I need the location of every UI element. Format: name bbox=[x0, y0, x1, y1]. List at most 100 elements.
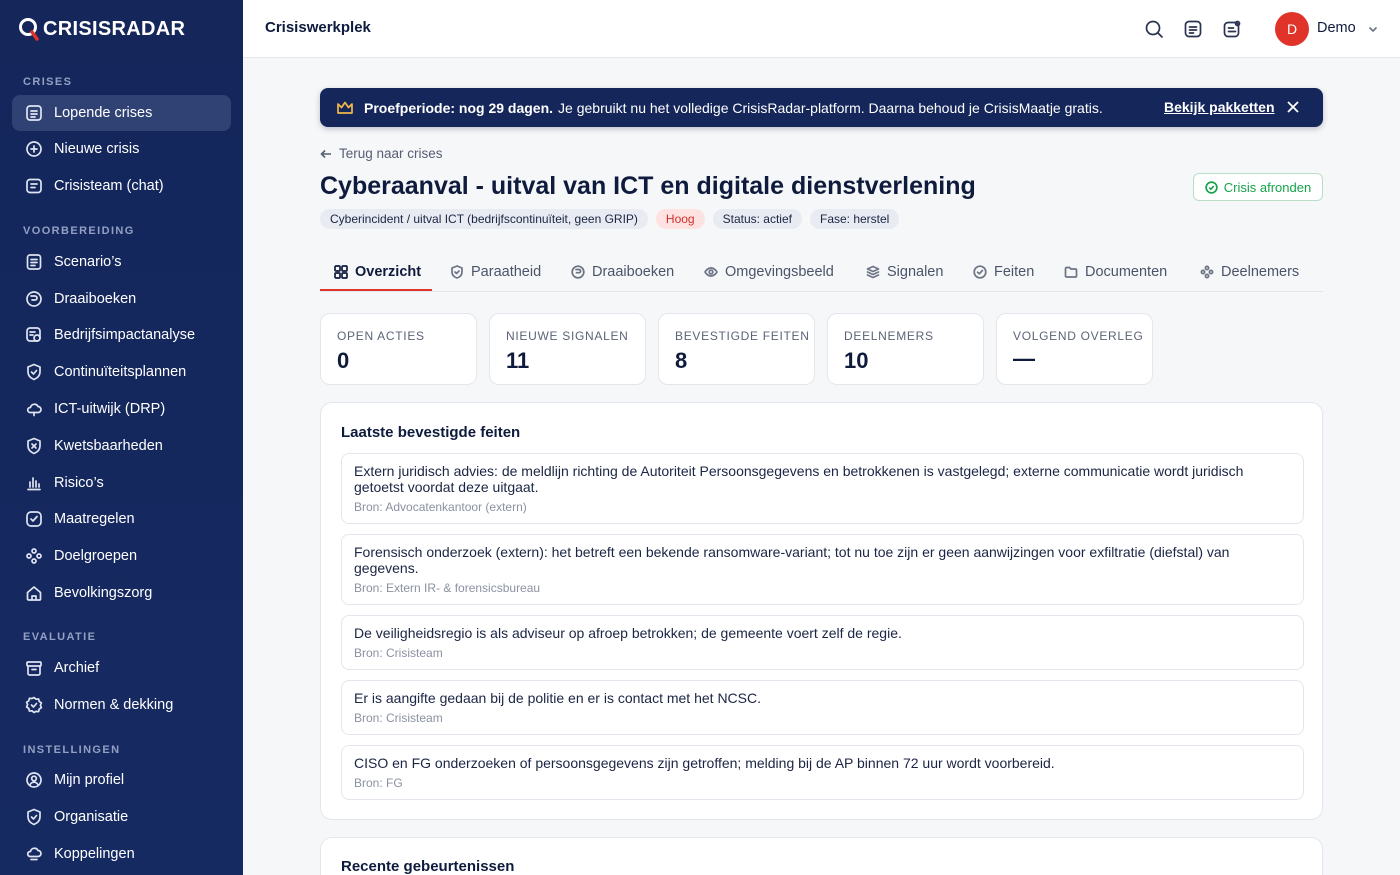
trial-days-text: Proefperiode: nog 29 dagen. bbox=[364, 99, 554, 116]
fact-source: Bron: FG bbox=[354, 776, 403, 790]
logo-text: CRISISRADAR bbox=[43, 17, 186, 40]
sidebar-item-normen-dekking[interactable]: Normen & dekking bbox=[12, 687, 231, 723]
recent-events-panel: Recente gebeurtenissen bbox=[320, 837, 1323, 875]
sidebar-item-lopende-crises[interactable]: Lopende crises bbox=[12, 95, 231, 131]
sidebar-item-maatregelen[interactable]: Maatregelen bbox=[12, 501, 231, 537]
sidebar-item-nieuwe-crisis[interactable]: Nieuwe crisis bbox=[12, 131, 231, 167]
fact-source: Bron: Crisisteam bbox=[354, 646, 443, 660]
stat-card-volgend-overleg[interactable]: VOLGEND OVERLEG — bbox=[996, 313, 1153, 385]
tab-omgevingsbeeld[interactable]: Omgevingsbeeld bbox=[704, 252, 834, 291]
chevron-down-icon[interactable] bbox=[1367, 22, 1379, 34]
workspace-title: Crisiswerkplek bbox=[265, 19, 371, 36]
sidebar-item-draaiboeken[interactable]: Draaiboeken bbox=[12, 281, 231, 317]
document-icon bbox=[25, 253, 43, 271]
status-badge: Status: actief bbox=[712, 209, 802, 229]
fact-item[interactable]: De veiligheidsregio is als adviseur op a… bbox=[341, 615, 1304, 670]
back-link-label: Terug naar crises bbox=[339, 146, 443, 161]
archive-icon bbox=[25, 659, 43, 677]
trial-description: Je gebruikt nu het volledige CrisisRadar… bbox=[558, 99, 1103, 116]
user-name[interactable]: Demo bbox=[1317, 20, 1356, 36]
crown-icon bbox=[336, 99, 354, 117]
sidebar-item-bevolkingszorg[interactable]: Bevolkingszorg bbox=[12, 575, 231, 611]
sidebar-item-doelgroepen[interactable]: Doelgroepen bbox=[12, 538, 231, 574]
search-icon[interactable] bbox=[1143, 18, 1165, 40]
stat-card-open-acties[interactable]: OPEN ACTIES 0 bbox=[320, 313, 477, 385]
stat-label: DEELNEMERS bbox=[844, 329, 934, 343]
sidebar-item-continuiteitsplannen[interactable]: Continuïteitsplannen bbox=[12, 354, 231, 390]
radar-logo-icon bbox=[18, 16, 40, 42]
sidebar-item-crisisteam-chat[interactable]: Crisisteam (chat) bbox=[12, 168, 231, 204]
sidebar-item-ict-uitwijk[interactable]: ICT-uitwijk (DRP) bbox=[12, 391, 231, 427]
tab-label: Draaiboeken bbox=[592, 263, 675, 280]
events-title: Recente gebeurtenissen bbox=[341, 858, 515, 875]
tab-feiten[interactable]: Feiten bbox=[973, 252, 1034, 291]
sidebar-item-organisatie[interactable]: Organisatie bbox=[12, 799, 231, 835]
stat-card-bevestigde-feiten[interactable]: BEVESTIGDE FEITEN 8 bbox=[658, 313, 815, 385]
home-icon bbox=[25, 584, 43, 602]
view-packages-link[interactable]: Bekijk pakketten bbox=[1164, 99, 1275, 115]
sidebar-item-archief[interactable]: Archief bbox=[12, 650, 231, 686]
stat-card-deelnemers[interactable]: DEELNEMERS 10 bbox=[827, 313, 984, 385]
page-title: Cyberaanval - uitval van ICT en digitale… bbox=[320, 172, 976, 200]
sidebar-item-label: Kwetsbaarheden bbox=[54, 438, 163, 454]
fact-item[interactable]: CISO en FG onderzoeken of persoonsgegeve… bbox=[341, 745, 1304, 800]
sidebar-item-kwetsbaarheden[interactable]: Kwetsbaarheden bbox=[12, 428, 231, 464]
fact-item[interactable]: Forensisch onderzoek (extern): het betre… bbox=[341, 534, 1304, 605]
section-title-evaluatie: EVALUATIE bbox=[23, 631, 97, 643]
sidebar-item-risicos[interactable]: Risico’s bbox=[12, 465, 231, 501]
badge-check-icon bbox=[25, 696, 43, 714]
stat-label: OPEN ACTIES bbox=[337, 329, 425, 343]
severity-badge: Hoog bbox=[655, 209, 705, 229]
sidebar-item-label: Archief bbox=[54, 660, 100, 676]
building-icon bbox=[25, 808, 43, 826]
plus-circle-icon bbox=[25, 140, 43, 158]
notification-icon[interactable] bbox=[1221, 18, 1243, 40]
book-icon bbox=[571, 264, 585, 279]
shield-x-icon bbox=[25, 437, 43, 455]
fact-text: Forensisch onderzoek (extern): het betre… bbox=[354, 544, 1230, 576]
folder-icon bbox=[1064, 266, 1078, 278]
sidebar-item-label: Draaiboeken bbox=[54, 291, 137, 307]
fact-item[interactable]: Extern juridisch advies: de meldlijn ric… bbox=[341, 453, 1304, 524]
fact-text: CISO en FG onderzoeken of persoonsgegeve… bbox=[354, 755, 1055, 771]
stat-value: 11 bbox=[506, 348, 530, 373]
back-to-crises-link[interactable]: Terug naar crises bbox=[320, 146, 443, 161]
fact-text: Er is aangifte gedaan bij de politie en … bbox=[354, 690, 761, 706]
sidebar-item-mijn-profiel[interactable]: Mijn profiel bbox=[12, 762, 231, 798]
sidebar-item-koppelingen[interactable]: Koppelingen bbox=[12, 836, 231, 872]
check-circle-icon bbox=[1205, 180, 1218, 194]
tab-draaiboeken[interactable]: Draaiboeken bbox=[571, 252, 674, 291]
confirmed-facts-panel: Laatste bevestigde feiten Extern juridis… bbox=[320, 402, 1323, 820]
tab-paraatheid[interactable]: Paraatheid bbox=[450, 252, 541, 291]
stat-card-nieuwe-signalen[interactable]: NIEUWE SIGNALEN 11 bbox=[489, 313, 646, 385]
stat-value: — bbox=[1013, 346, 1035, 371]
close-icon[interactable] bbox=[1286, 100, 1300, 114]
check-square-icon bbox=[25, 510, 43, 528]
sidebar-item-label: Continuïteitsplannen bbox=[54, 364, 187, 380]
tab-overzicht[interactable]: Overzicht bbox=[334, 252, 421, 291]
user-avatar[interactable]: D bbox=[1275, 12, 1309, 46]
user-circle-icon bbox=[25, 771, 43, 789]
section-title-voorbereiding: VOORBEREIDING bbox=[23, 225, 135, 237]
tab-documenten[interactable]: Documenten bbox=[1064, 252, 1167, 291]
fact-text: De veiligheidsregio is als adviseur op a… bbox=[354, 625, 902, 641]
notes-icon[interactable] bbox=[1182, 18, 1204, 40]
list-icon bbox=[25, 104, 43, 122]
sidebar-item-label: Nieuwe crisis bbox=[54, 141, 140, 157]
sidebar-item-scenarios[interactable]: Scenario’s bbox=[12, 244, 231, 280]
layers-icon bbox=[866, 265, 880, 278]
sidebar-item-bedrijfsimpactanalyse[interactable]: Bedrijfsimpactanalyse bbox=[12, 317, 231, 353]
fact-source: Bron: Extern IR- & forensicsbureau bbox=[354, 581, 541, 595]
finish-crisis-button[interactable]: Crisis afronden bbox=[1193, 173, 1323, 201]
tab-deelnemers[interactable]: Deelnemers bbox=[1200, 252, 1299, 291]
fact-item[interactable]: Er is aangifte gedaan bij de politie en … bbox=[341, 680, 1304, 735]
sidebar-item-label: Crisisteam (chat) bbox=[54, 178, 164, 194]
tab-signalen[interactable]: Signalen bbox=[866, 252, 943, 291]
fact-source: Bron: Advocatenkantoor (extern) bbox=[354, 500, 527, 514]
people-icon bbox=[25, 547, 43, 565]
cloud-link-icon bbox=[25, 845, 43, 863]
chat-icon bbox=[25, 177, 43, 195]
app-logo[interactable]: CRISISRADAR bbox=[18, 14, 185, 44]
tab-label: Overzicht bbox=[355, 263, 422, 280]
top-bar: Crisiswerkplek D Demo bbox=[243, 0, 1400, 58]
